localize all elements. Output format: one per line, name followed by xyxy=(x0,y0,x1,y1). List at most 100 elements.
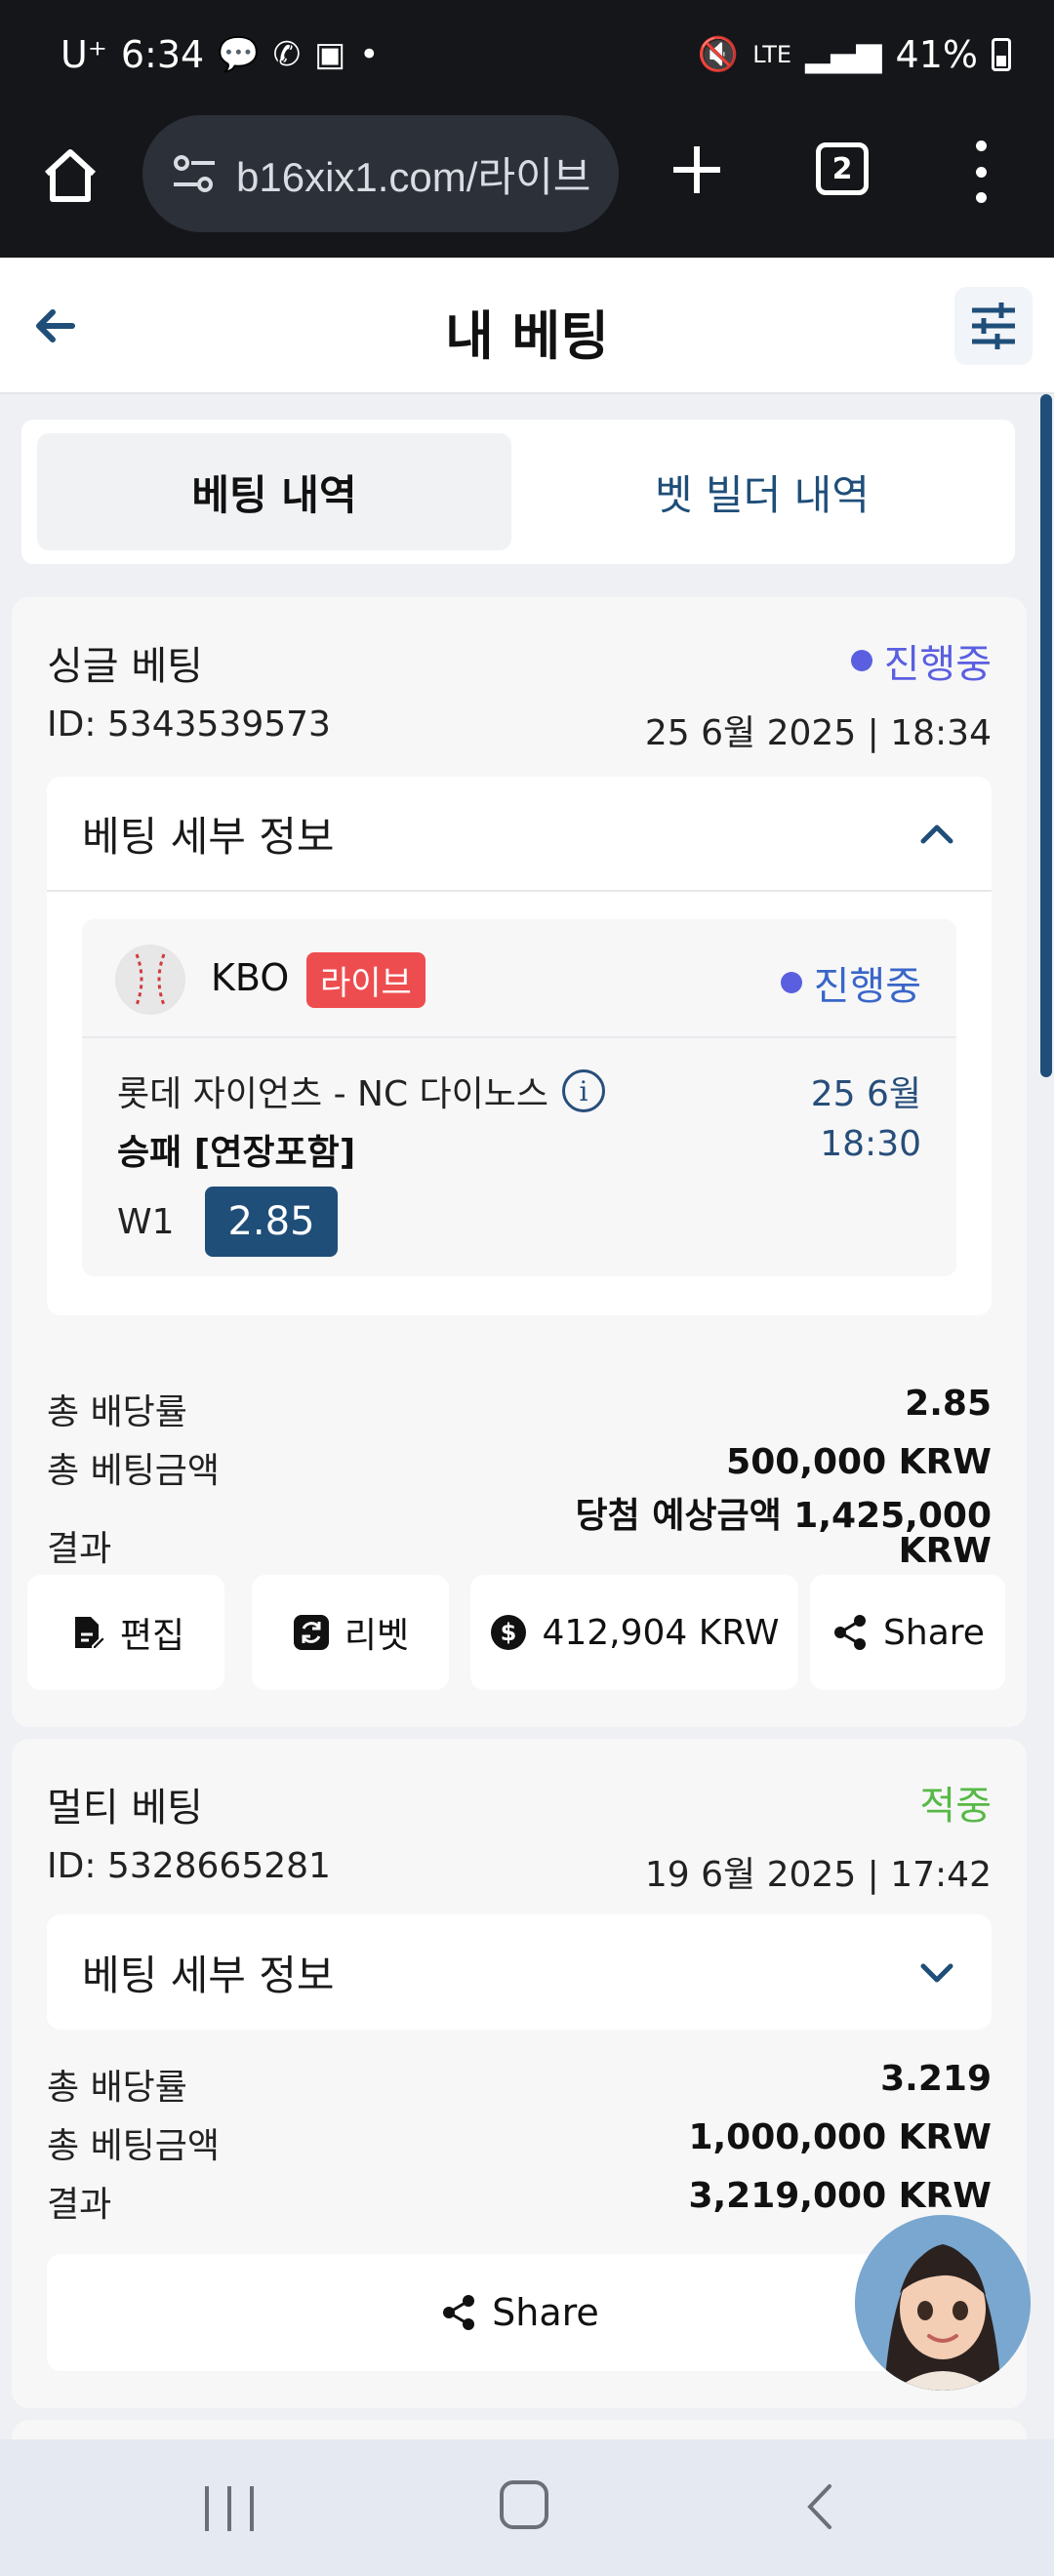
carrier-label: U⁺ xyxy=(61,33,107,76)
bet-status-label: 적중 xyxy=(919,1784,992,1829)
info-icon[interactable]: i xyxy=(562,1069,606,1112)
bet-status-label: 진행중 xyxy=(883,642,992,687)
event-status-dot-icon xyxy=(780,972,802,993)
total-odds-value: 2.85 xyxy=(905,1384,992,1424)
cashout-label: 412,904 KRW xyxy=(542,1612,780,1653)
result-label: 결과 xyxy=(47,2185,112,2225)
status-dot-icon xyxy=(850,650,872,671)
chat-notification-icon: 💬 xyxy=(218,35,260,74)
svg-text:$: $ xyxy=(501,1619,517,1646)
bet-id: ID: 5343539573 xyxy=(47,704,331,745)
status-left: U⁺ 6:34 💬 ✆ ▣ • xyxy=(61,33,379,76)
share-icon xyxy=(443,2295,475,2330)
battery-icon xyxy=(992,38,1011,71)
cashout-button[interactable]: $ 412,904 KRW xyxy=(470,1575,798,1690)
result-value-line2: KRW xyxy=(898,1531,992,1571)
event-pick: W1 xyxy=(117,1202,175,1242)
tab-bet-history[interactable]: 베팅 내역 xyxy=(37,433,511,550)
rebet-refresh-icon xyxy=(293,1615,329,1650)
bet-event: KBO 라이브 진행중 롯데 자이언츠 - NC 다이노스 i 25 6월 승패… xyxy=(82,919,956,1276)
filter-button[interactable] xyxy=(954,287,1033,365)
bet-status: 진행중 xyxy=(850,632,992,689)
total-stake-row: 총 베팅금액 500,000 KRW xyxy=(47,1442,992,1493)
share-label: Share xyxy=(883,1612,985,1653)
tab-bet-builder-history[interactable]: 벳 빌더 내역 xyxy=(525,433,999,550)
system-navigation-bar xyxy=(0,2439,1054,2576)
bet-id: ID: 5328665281 xyxy=(47,1846,331,1886)
back-nav-icon[interactable] xyxy=(800,2482,839,2531)
filter-sliders-icon xyxy=(972,302,1015,349)
result-value: 3,219,000 KRW xyxy=(688,2176,992,2216)
clock: 6:34 xyxy=(120,33,205,76)
total-stake-label: 총 베팅금액 xyxy=(47,2126,221,2166)
result-value-line1: 당첨 예상금액 1,425,000 xyxy=(575,1496,992,1536)
edit-document-icon xyxy=(74,1617,106,1650)
bet-details-toggle[interactable]: 베팅 세부 정보 xyxy=(47,777,992,892)
gallery-notification-icon: ▣ xyxy=(314,35,346,74)
event-time: 18:30 xyxy=(820,1124,921,1164)
rebet-button[interactable]: 리벳 xyxy=(252,1575,449,1690)
event-date: 25 6월 xyxy=(810,1074,921,1114)
home-nav-icon[interactable] xyxy=(500,2480,548,2529)
edit-button[interactable]: 편집 xyxy=(27,1575,224,1690)
event-status: 진행중 xyxy=(780,954,921,1011)
new-tab-icon[interactable] xyxy=(664,137,730,203)
total-odds-row: 총 배당률 3.219 xyxy=(47,2059,992,2110)
event-header: KBO 라이브 진행중 xyxy=(82,919,956,1038)
share-button[interactable]: Share xyxy=(810,1575,1005,1690)
assistant-avatar-button[interactable] xyxy=(855,2215,1031,2391)
chevron-down-icon xyxy=(920,1963,953,1983)
chevron-up-icon xyxy=(920,825,953,844)
total-stake-value: 1,000,000 KRW xyxy=(688,2117,992,2157)
event-market: 승패 [연장포함] xyxy=(117,1133,356,1173)
browser-menu-icon[interactable] xyxy=(966,141,995,203)
total-odds-value: 3.219 xyxy=(880,2059,992,2099)
history-tabs: 베팅 내역 벳 빌더 내역 xyxy=(21,420,1015,564)
page-scrollbar[interactable] xyxy=(1040,394,1052,1077)
share-icon xyxy=(834,1615,867,1650)
event-teams: 롯데 자이언츠 - NC 다이노스 i xyxy=(117,1066,606,1116)
odds-chip: 2.85 xyxy=(205,1187,338,1257)
page-header: 내 베팅 xyxy=(0,258,1054,394)
browser-toolbar: b16xix1.com/라이브 2 xyxy=(0,115,1054,258)
bet-date: 25 6월 2025 | 18:34 xyxy=(644,713,992,753)
baseball-icon xyxy=(115,945,185,1015)
total-odds-row: 총 배당률 2.85 xyxy=(47,1384,992,1434)
recent-apps-icon[interactable] xyxy=(205,2486,254,2531)
bet-details-panel: 베팅 세부 정보 xyxy=(47,1914,992,2030)
more-notifications-icon: • xyxy=(359,35,380,74)
bet-details-toggle[interactable]: 베팅 세부 정보 xyxy=(47,1914,992,2030)
url-text: b16xix1.com/라이브 xyxy=(236,153,591,200)
address-bar[interactable]: b16xix1.com/라이브 xyxy=(142,115,619,232)
teams-label: 롯데 자이언츠 - NC 다이노스 xyxy=(117,1074,549,1114)
league-name: KBO xyxy=(211,956,290,999)
tab-switcher-button[interactable]: 2 xyxy=(816,142,869,195)
assistant-avatar-icon xyxy=(855,2215,1031,2391)
total-stake-label: 총 베팅금액 xyxy=(47,1451,221,1491)
signal-icon: ▂▄▆ xyxy=(805,35,882,74)
total-odds-label: 총 배당률 xyxy=(47,2068,187,2108)
share-button[interactable]: Share xyxy=(47,2254,992,2371)
total-stake-value: 500,000 KRW xyxy=(726,1442,992,1482)
total-odds-label: 총 배당률 xyxy=(47,1392,187,1432)
bet-details-label: 베팅 세부 정보 xyxy=(82,1951,335,1999)
bet-card-single: 싱글 베팅 진행중 ID: 5343539573 25 6월 2025 | 18… xyxy=(12,597,1027,1727)
mute-icon: 🔇 xyxy=(697,35,740,74)
missed-call-icon: ✆ xyxy=(272,35,302,74)
event-status-label: 진행중 xyxy=(813,964,921,1009)
rebet-label: 리벳 xyxy=(344,1616,410,1656)
bet-date: 19 6월 2025 | 17:42 xyxy=(644,1855,992,1895)
site-settings-icon[interactable] xyxy=(168,147,221,200)
result-value: 당첨 예상금액 1,425,000 KRW xyxy=(576,1499,992,1569)
home-icon[interactable] xyxy=(39,144,101,207)
bet-details-label: 베팅 세부 정보 xyxy=(82,812,335,861)
result-label: 결과 xyxy=(47,1529,112,1569)
status-bar: U⁺ 6:34 💬 ✆ ▣ • 🔇 LTE ▂▄▆ 41% xyxy=(0,0,1054,115)
page-title: 내 베팅 xyxy=(445,305,609,367)
bet-type: 싱글 베팅 xyxy=(47,644,203,689)
result-row: 결과 3,219,000 KRW xyxy=(47,2176,992,2227)
result-row: 결과 당첨 예상금액 1,425,000 KRW xyxy=(47,1499,992,1577)
live-badge: 라이브 xyxy=(306,952,426,1008)
network-type-label: LTE xyxy=(752,41,792,68)
edit-label: 편집 xyxy=(119,1616,185,1656)
